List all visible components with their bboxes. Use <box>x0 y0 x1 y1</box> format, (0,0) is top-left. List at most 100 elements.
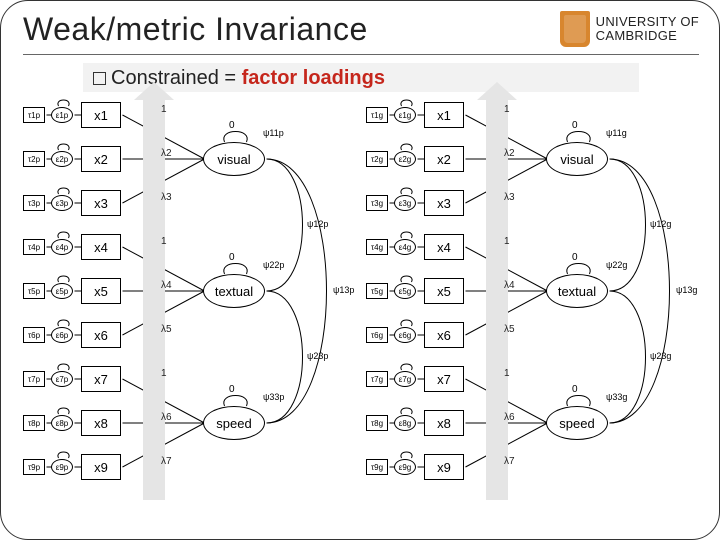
university-line1: UNIVERSITY OF <box>596 15 699 29</box>
eps-8: ε8p <box>51 415 73 431</box>
factor-mean-visual: 0 <box>229 120 235 131</box>
indicator-x5: x5 <box>424 278 464 304</box>
tau-6: τ6g <box>366 327 388 343</box>
indicator-x6: x6 <box>424 322 464 348</box>
loading-visual-3: λ3 <box>161 192 172 203</box>
eps-6: ε6g <box>394 327 416 343</box>
model-group-g: τ1gε1gx1τ2gε2gx2τ3gε3gx3τ4gε4gx4τ5gε5gx5… <box>366 98 699 503</box>
loadings-highlight-arrow <box>486 100 508 500</box>
indicator-x5: x5 <box>81 278 121 304</box>
tau-2: τ2p <box>23 151 45 167</box>
indicator-x8: x8 <box>81 410 121 436</box>
eps-1: ε1p <box>51 107 73 123</box>
indicator-x8: x8 <box>424 410 464 436</box>
tau-4: τ4g <box>366 239 388 255</box>
eps-9: ε9p <box>51 459 73 475</box>
psi-23: ψ23p <box>307 351 328 361</box>
eps-5: ε5p <box>51 283 73 299</box>
psi-11: ψ11g <box>606 128 627 138</box>
loadings-highlight-arrow <box>143 100 165 500</box>
indicator-x4: x4 <box>424 234 464 260</box>
tau-8: τ8p <box>23 415 45 431</box>
shield-icon <box>560 11 590 47</box>
factor-mean-speed: 0 <box>572 384 578 395</box>
header-rule <box>23 54 699 55</box>
loading-visual-3: λ3 <box>504 192 515 203</box>
factor-mean-textual: 0 <box>229 252 235 263</box>
psi-12: ψ12g <box>650 219 671 229</box>
eps-8: ε8g <box>394 415 416 431</box>
eps-9: ε9g <box>394 459 416 475</box>
factor-mean-textual: 0 <box>572 252 578 263</box>
tau-5: τ5g <box>366 283 388 299</box>
loading-visual-2: λ2 <box>504 148 515 159</box>
loading-textual-1: 1 <box>161 236 167 247</box>
loading-speed-1: 1 <box>161 368 167 379</box>
slide-header: Weak/metric Invariance UNIVERSITY OF CAM… <box>23 11 699 48</box>
factor-visual: visual <box>546 142 608 176</box>
psi-11: ψ11p <box>263 128 284 138</box>
slide-title: Weak/metric Invariance <box>23 11 368 48</box>
factor-mean-visual: 0 <box>572 120 578 131</box>
loading-textual-3: λ5 <box>161 324 172 335</box>
loading-visual-1: 1 <box>161 104 167 115</box>
university-logo: UNIVERSITY OF CAMBRIDGE <box>560 11 699 47</box>
tau-8: τ8g <box>366 415 388 431</box>
psi-33: ψ33g <box>606 392 627 402</box>
model-group-p: τ1pε1px1τ2pε2px2τ3pε3px3τ4pε4px4τ5pε5px5… <box>23 98 356 503</box>
subtitle-prefix: Constrained = <box>111 67 242 89</box>
tau-1: τ1g <box>366 107 388 123</box>
indicator-x7: x7 <box>424 366 464 392</box>
loading-speed-2: λ6 <box>504 412 515 423</box>
eps-4: ε4g <box>394 239 416 255</box>
factor-speed: speed <box>546 406 608 440</box>
indicator-x2: x2 <box>424 146 464 172</box>
psi-23: ψ23g <box>650 351 671 361</box>
psi-12: ψ12p <box>307 219 328 229</box>
tau-3: τ3g <box>366 195 388 211</box>
factor-textual: textual <box>203 274 265 308</box>
tau-5: τ5p <box>23 283 45 299</box>
psi-13: ψ13p <box>333 285 354 295</box>
indicator-x1: x1 <box>424 102 464 128</box>
eps-3: ε3p <box>51 195 73 211</box>
subtitle-key: factor loadings <box>242 67 385 89</box>
loading-visual-2: λ2 <box>161 148 172 159</box>
diagram-area: τ1p ε1p x1 τ2p ε2p x2 τ3p ε3p x3 τ4p ε4p x4 τ5p ε5p x5… <box>23 98 699 503</box>
loading-textual-1: 1 <box>504 236 510 247</box>
loading-speed-3: λ7 <box>504 456 515 467</box>
loading-textual-3: λ5 <box>504 324 515 335</box>
psi-33: ψ33p <box>263 392 284 402</box>
psi-22: ψ22g <box>606 260 627 270</box>
tau-6: τ6p <box>23 327 45 343</box>
university-line2: CAMBRIDGE <box>596 29 699 43</box>
eps-2: ε2g <box>394 151 416 167</box>
loading-speed-2: λ6 <box>161 412 172 423</box>
loading-textual-2: λ4 <box>161 280 172 291</box>
eps-6: ε6p <box>51 327 73 343</box>
psi-13: ψ13g <box>676 285 697 295</box>
eps-1: ε1g <box>394 107 416 123</box>
tau-1: τ1p <box>23 107 45 123</box>
indicator-x3: x3 <box>81 190 121 216</box>
tau-9: τ9g <box>366 459 388 475</box>
eps-4: ε4p <box>51 239 73 255</box>
tau-7: τ7g <box>366 371 388 387</box>
tau-3: τ3p <box>23 195 45 211</box>
loading-speed-1: 1 <box>504 368 510 379</box>
loading-speed-3: λ7 <box>161 456 172 467</box>
university-name: UNIVERSITY OF CAMBRIDGE <box>596 15 699 43</box>
eps-7: ε7g <box>394 371 416 387</box>
indicator-x9: x9 <box>81 454 121 480</box>
loading-textual-2: λ4 <box>504 280 515 291</box>
tau-4: τ4p <box>23 239 45 255</box>
eps-7: ε7p <box>51 371 73 387</box>
eps-2: ε2p <box>51 151 73 167</box>
indicator-x1: x1 <box>81 102 121 128</box>
tau-7: τ7p <box>23 371 45 387</box>
indicator-x7: x7 <box>81 366 121 392</box>
slide-frame: Weak/metric Invariance UNIVERSITY OF CAM… <box>0 0 720 540</box>
indicator-x9: x9 <box>424 454 464 480</box>
factor-textual: textual <box>546 274 608 308</box>
factor-visual: visual <box>203 142 265 176</box>
